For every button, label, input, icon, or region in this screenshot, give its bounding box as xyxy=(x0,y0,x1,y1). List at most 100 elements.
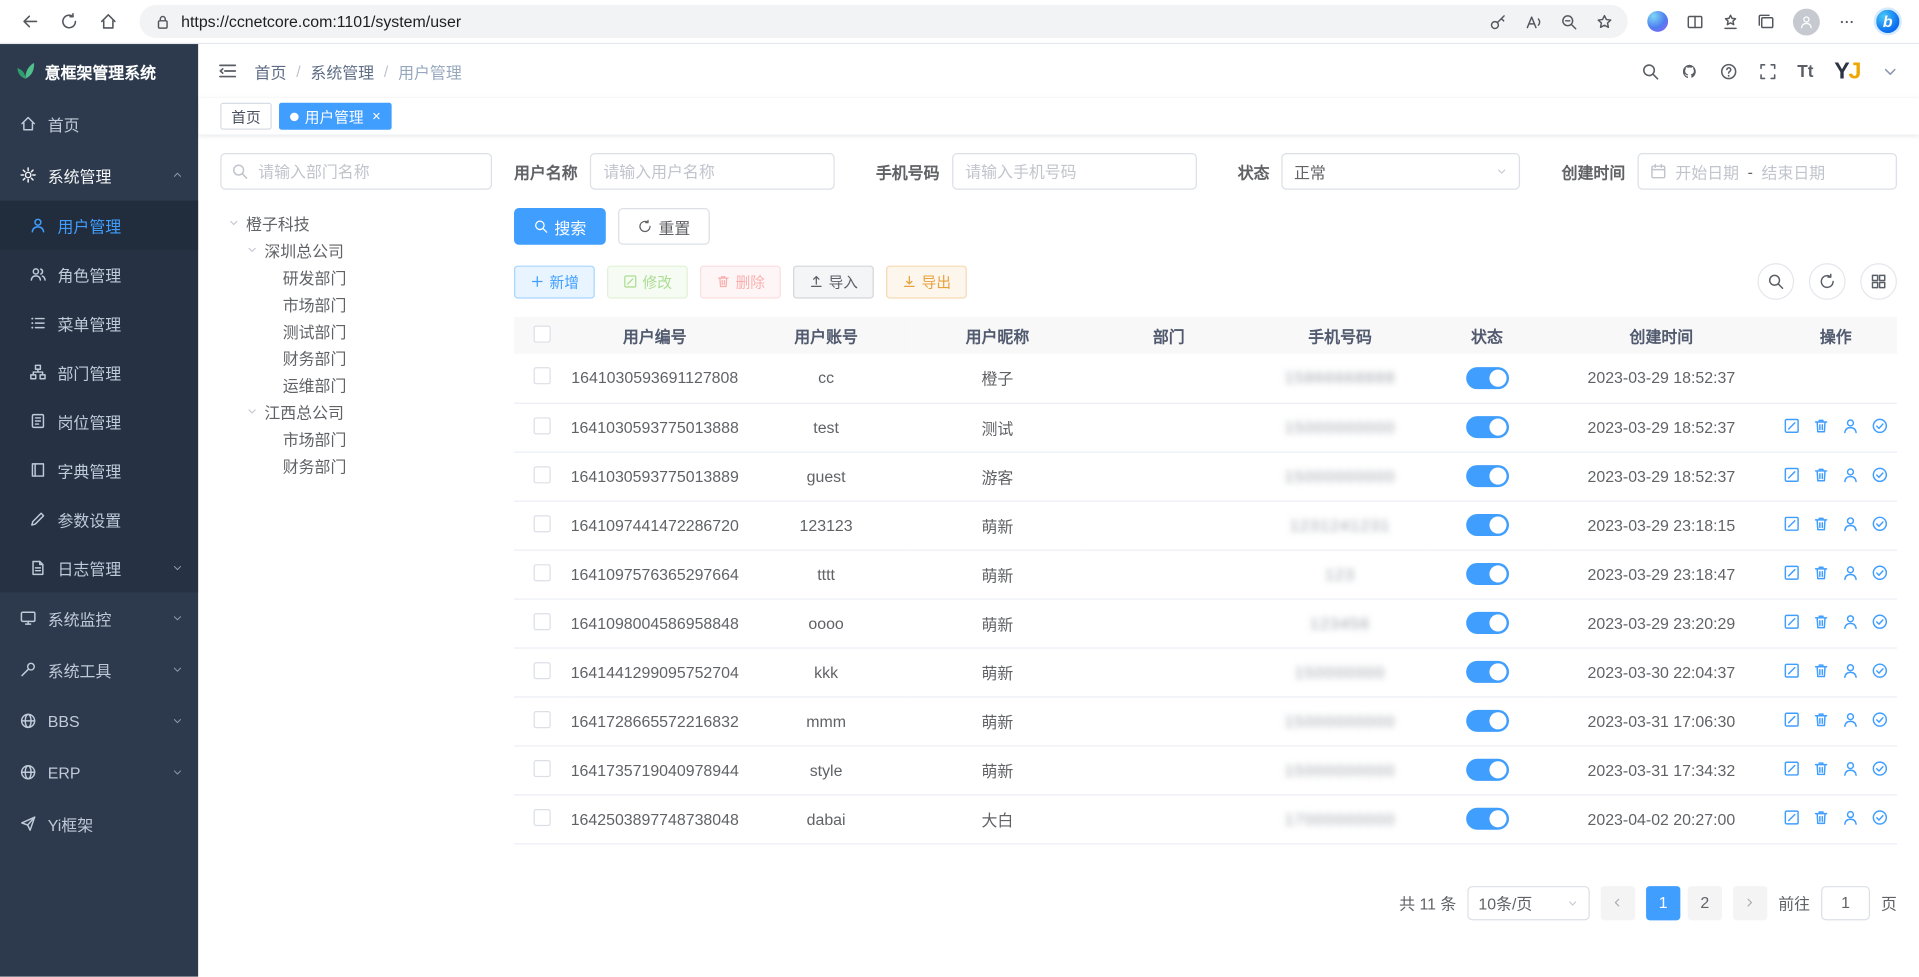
goto-page-input[interactable] xyxy=(1821,885,1870,919)
fullscreen-icon[interactable] xyxy=(1758,62,1776,80)
reset-password-button[interactable] xyxy=(1842,661,1859,678)
authorize-button[interactable] xyxy=(1871,759,1888,776)
browser-reload-icon[interactable] xyxy=(51,4,85,38)
reset-password-button[interactable] xyxy=(1842,515,1859,532)
tab-close-icon[interactable]: × xyxy=(372,108,381,125)
tree-node[interactable]: 市场部门 xyxy=(220,425,492,452)
page-button-1[interactable]: 1 xyxy=(1646,885,1680,919)
username-input[interactable] xyxy=(590,153,835,190)
authorize-button[interactable] xyxy=(1871,417,1888,434)
status-toggle[interactable] xyxy=(1466,367,1509,389)
sidebar-item-home[interactable]: 首页 xyxy=(0,98,198,149)
sidebar-subitem-role[interactable]: 角色管理 xyxy=(0,250,198,299)
browser-menu-icon[interactable] xyxy=(1838,13,1855,30)
page-button-2[interactable]: 2 xyxy=(1688,885,1722,919)
edit-row-button[interactable] xyxy=(1783,710,1800,727)
sidebar-subitem-dict[interactable]: 字典管理 xyxy=(0,445,198,494)
toggle-search-button[interactable] xyxy=(1757,263,1794,300)
reset-button[interactable]: 重置 xyxy=(618,208,710,245)
status-toggle[interactable] xyxy=(1466,465,1509,487)
edit-row-button[interactable] xyxy=(1783,515,1800,532)
row-checkbox[interactable] xyxy=(533,564,550,581)
tree-node[interactable]: 江西总公司 xyxy=(220,398,492,425)
tree-node[interactable]: 测试部门 xyxy=(220,317,492,344)
status-toggle[interactable] xyxy=(1466,563,1509,585)
sidebar-item-system[interactable]: 系统管理 xyxy=(0,149,198,200)
edit-row-button[interactable] xyxy=(1783,808,1800,825)
tree-node[interactable]: 财务部门 xyxy=(220,344,492,371)
edit-button[interactable]: 修改 xyxy=(607,265,688,298)
row-checkbox[interactable] xyxy=(533,710,550,727)
tree-node[interactable]: 研发部门 xyxy=(220,263,492,290)
read-aloud-icon[interactable] xyxy=(1525,13,1542,30)
browser-home-icon[interactable] xyxy=(91,4,125,38)
reset-password-button[interactable] xyxy=(1842,417,1859,434)
authorize-button[interactable] xyxy=(1871,515,1888,532)
delete-button[interactable]: 删除 xyxy=(700,265,781,298)
github-icon[interactable] xyxy=(1680,62,1698,80)
next-page-button[interactable] xyxy=(1733,885,1767,919)
delete-row-button[interactable] xyxy=(1813,613,1830,630)
authorize-button[interactable] xyxy=(1871,613,1888,630)
delete-row-button[interactable] xyxy=(1813,417,1830,434)
status-toggle[interactable] xyxy=(1466,808,1509,830)
edit-row-button[interactable] xyxy=(1783,661,1800,678)
reset-password-button[interactable] xyxy=(1842,808,1859,825)
reset-password-button[interactable] xyxy=(1842,710,1859,727)
row-checkbox[interactable] xyxy=(533,417,550,434)
status-select[interactable]: 正常 xyxy=(1282,153,1521,190)
copilot-icon[interactable] xyxy=(1647,11,1668,32)
edit-row-button[interactable] xyxy=(1783,417,1800,434)
authorize-button[interactable] xyxy=(1871,564,1888,581)
profile-avatar[interactable] xyxy=(1793,8,1820,35)
status-toggle[interactable] xyxy=(1466,710,1509,732)
row-checkbox[interactable] xyxy=(533,515,550,532)
reset-password-button[interactable] xyxy=(1842,466,1859,483)
row-checkbox[interactable] xyxy=(533,613,550,630)
reset-password-button[interactable] xyxy=(1842,564,1859,581)
collapse-sidebar-icon[interactable] xyxy=(218,61,238,81)
refresh-table-button[interactable] xyxy=(1809,263,1846,300)
header-search-icon[interactable] xyxy=(1641,62,1659,80)
tree-node[interactable]: 橙子科技 xyxy=(220,209,492,236)
collections-icon[interactable] xyxy=(1757,13,1774,30)
status-toggle[interactable] xyxy=(1466,514,1509,536)
tree-node[interactable]: 市场部门 xyxy=(220,290,492,317)
delete-row-button[interactable] xyxy=(1813,661,1830,678)
delete-row-button[interactable] xyxy=(1813,710,1830,727)
sidebar-subitem-menu[interactable]: 菜单管理 xyxy=(0,299,198,348)
delete-row-button[interactable] xyxy=(1813,466,1830,483)
row-checkbox[interactable] xyxy=(533,759,550,776)
tab-0[interactable]: 首页 xyxy=(220,103,271,130)
date-range-picker[interactable]: 开始日期 - 结束日期 xyxy=(1637,153,1896,190)
favorites-list-icon[interactable] xyxy=(1722,13,1739,30)
status-toggle[interactable] xyxy=(1466,612,1509,634)
sidebar-item-yi[interactable]: Yi框架 xyxy=(0,798,198,849)
delete-row-button[interactable] xyxy=(1813,515,1830,532)
tree-node[interactable]: 财务部门 xyxy=(220,452,492,479)
password-manager-icon[interactable] xyxy=(1489,13,1506,30)
edit-row-button[interactable] xyxy=(1783,613,1800,630)
row-checkbox[interactable] xyxy=(533,661,550,678)
reset-password-button[interactable] xyxy=(1842,613,1859,630)
sidebar-subitem-post[interactable]: 岗位管理 xyxy=(0,397,198,446)
favorites-star-icon[interactable] xyxy=(1596,13,1613,30)
sidebar-item-tools[interactable]: 系统工具 xyxy=(0,644,198,695)
browser-back-icon[interactable] xyxy=(12,4,46,38)
export-button[interactable]: 导出 xyxy=(886,265,967,298)
sidebar-subitem-user[interactable]: 用户管理 xyxy=(0,201,198,250)
row-checkbox[interactable] xyxy=(533,808,550,825)
sidebar-item-monitor[interactable]: 系统监控 xyxy=(0,592,198,643)
breadcrumb-item[interactable]: 首页 xyxy=(255,59,287,82)
bing-icon[interactable]: b xyxy=(1874,7,1902,35)
import-button[interactable]: 导入 xyxy=(793,265,874,298)
sidebar-subitem-log[interactable]: 日志管理 xyxy=(0,543,198,592)
row-checkbox[interactable] xyxy=(533,466,550,483)
breadcrumb-item[interactable]: 系统管理 xyxy=(310,59,374,82)
authorize-button[interactable] xyxy=(1871,661,1888,678)
edit-row-button[interactable] xyxy=(1783,466,1800,483)
delete-row-button[interactable] xyxy=(1813,808,1830,825)
help-icon[interactable] xyxy=(1719,62,1737,80)
edit-row-button[interactable] xyxy=(1783,759,1800,776)
user-logo[interactable]: YJ xyxy=(1834,59,1860,82)
